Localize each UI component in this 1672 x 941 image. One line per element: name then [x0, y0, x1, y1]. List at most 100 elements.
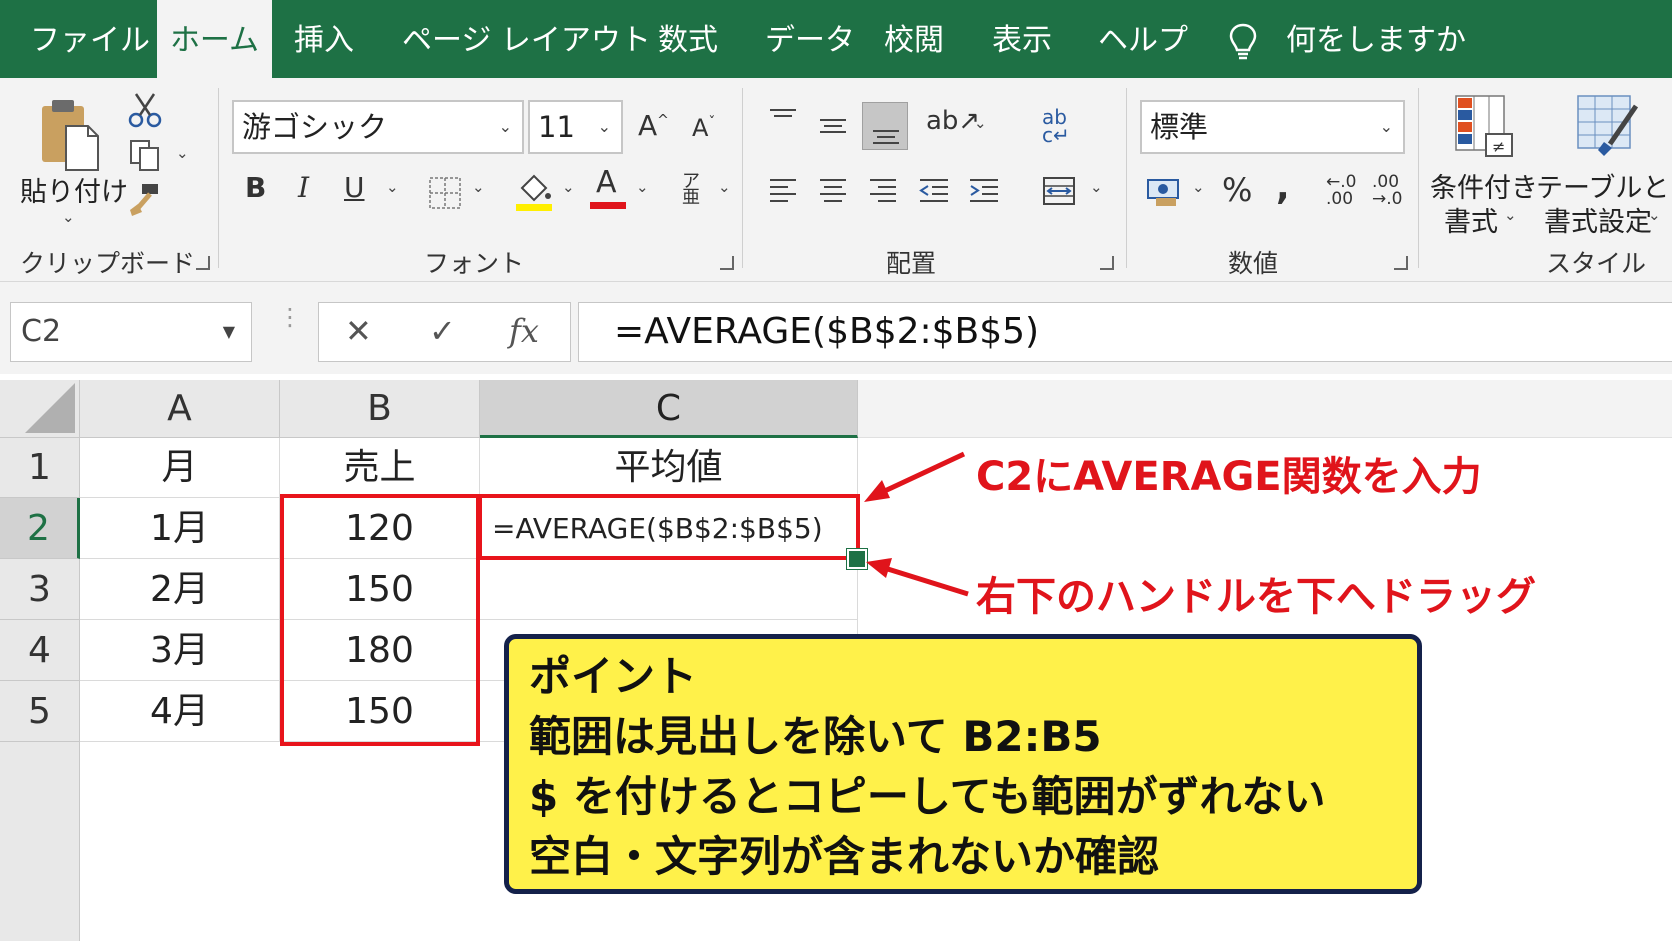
phonetic-icon[interactable]: ア亜 — [682, 173, 700, 207]
merge-dropdown-icon[interactable]: ⌄ — [1090, 178, 1103, 196]
ribbon-separator — [742, 88, 743, 268]
font-color-icon[interactable]: A — [596, 168, 617, 198]
column-header-b[interactable]: B — [280, 380, 480, 438]
tell-me-search[interactable]: 何をしますか — [1286, 0, 1466, 78]
cell-b1[interactable]: 売上 — [280, 438, 480, 498]
chevron-down-icon: ▼ — [222, 322, 235, 341]
align-center-icon[interactable] — [818, 176, 848, 206]
table-dropdown-icon[interactable]: ⌄ — [1648, 206, 1661, 224]
wrap-text-icon[interactable]: ab c↵ — [1042, 107, 1070, 145]
tab-page-layout[interactable]: ページ レイアウト — [402, 0, 651, 78]
orientation-dropdown-icon[interactable]: ⌄ — [974, 114, 987, 132]
increase-decimal-icon[interactable]: ←.0.00 — [1326, 174, 1356, 208]
note-line-check: 空白・文字列が含まれないか確認 — [529, 832, 1160, 881]
underline-dropdown-icon[interactable]: ⌄ — [386, 178, 399, 196]
name-box[interactable]: C2 ▼ — [10, 302, 252, 362]
font-color-swatch — [590, 202, 626, 209]
number-format-combo[interactable]: 標準 ⌄ — [1140, 100, 1405, 154]
borders-icon[interactable] — [428, 176, 462, 210]
row-header-1[interactable]: 1 — [0, 438, 80, 498]
alignment-launcher-icon[interactable] — [1100, 256, 1114, 270]
underline-icon[interactable]: U — [344, 174, 365, 202]
formula-bar-grip-icon[interactable]: ⋮ — [278, 305, 302, 329]
align-top-icon[interactable] — [768, 104, 798, 134]
cell-c3[interactable] — [480, 559, 858, 620]
number-launcher-icon[interactable] — [1394, 256, 1408, 270]
font-name-value: 游ゴシック — [242, 110, 388, 144]
format-as-table-icon[interactable] — [1574, 92, 1642, 160]
copy-icon[interactable] — [128, 138, 162, 172]
cell-a4[interactable]: 3月 — [80, 620, 280, 681]
paste-label[interactable]: 貼り付け — [20, 170, 128, 209]
increase-font-icon[interactable]: A^ — [638, 112, 669, 140]
conditional-formatting-icon[interactable]: ≠ — [1452, 92, 1516, 160]
row-header-2[interactable]: 2 — [0, 498, 80, 559]
chevron-down-icon: ⌄ — [597, 117, 611, 136]
currency-dropdown-icon[interactable]: ⌄ — [1192, 178, 1205, 196]
insert-function-icon[interactable]: fx — [509, 315, 539, 347]
paste-icon[interactable] — [38, 96, 102, 172]
column-header-empty — [858, 380, 1672, 438]
bold-icon[interactable]: B — [245, 174, 266, 202]
tab-review[interactable]: 校閲 — [884, 0, 944, 78]
fill-color-dropdown-icon[interactable]: ⌄ — [562, 178, 575, 196]
format-as-table-label-2[interactable]: 書式設定 — [1544, 200, 1652, 239]
cut-icon[interactable] — [128, 92, 162, 128]
font-launcher-icon[interactable] — [720, 256, 734, 270]
tab-insert[interactable]: 挿入 — [294, 0, 354, 78]
font-size-combo[interactable]: 11 ⌄ — [528, 100, 623, 154]
tab-formulas[interactable]: 数式 — [658, 0, 718, 78]
cell-a1[interactable]: 月 — [80, 438, 280, 498]
column-header-c[interactable]: C — [480, 380, 858, 438]
row-header-5[interactable]: 5 — [0, 681, 80, 742]
borders-dropdown-icon[interactable]: ⌄ — [472, 178, 485, 196]
number-format-value: 標準 — [1150, 110, 1209, 144]
merge-center-icon[interactable] — [1042, 176, 1076, 206]
tab-home[interactable]: ホーム — [157, 0, 272, 78]
font-name-combo[interactable]: 游ゴシック ⌄ — [232, 100, 524, 154]
align-middle-icon[interactable] — [818, 112, 848, 142]
tab-data[interactable]: データ — [765, 0, 855, 78]
tab-view[interactable]: 表示 — [992, 0, 1052, 78]
decrease-font-icon[interactable]: Aˇ — [692, 116, 715, 140]
chevron-down-icon: ⌄ — [1379, 117, 1393, 136]
comma-style-icon[interactable]: , — [1276, 170, 1290, 206]
decrease-decimal-icon[interactable]: .00 →.0 — [1372, 174, 1402, 208]
column-header-a[interactable]: A — [80, 380, 280, 438]
paste-dropdown-icon[interactable]: ⌄ — [62, 208, 75, 226]
conditional-format-label-2[interactable]: 書式 — [1444, 200, 1498, 239]
select-all-corner[interactable] — [0, 380, 80, 438]
format-painter-icon[interactable] — [128, 182, 162, 216]
italic-icon[interactable]: I — [298, 174, 309, 202]
enter-check-icon[interactable]: ✓ — [429, 315, 456, 347]
tab-help[interactable]: ヘルプ — [1098, 0, 1188, 78]
row-header-3[interactable]: 3 — [0, 559, 80, 620]
increase-indent-icon[interactable] — [968, 176, 1000, 206]
lightbulb-icon[interactable] — [1228, 22, 1258, 62]
tab-file[interactable]: ファイル — [30, 0, 150, 78]
row-header-4[interactable]: 4 — [0, 620, 80, 681]
clipboard-launcher-icon[interactable] — [196, 256, 210, 270]
cell-a5[interactable]: 4月 — [80, 681, 280, 742]
percent-icon[interactable]: % — [1222, 174, 1252, 206]
font-size-value: 11 — [538, 110, 575, 144]
font-color-dropdown-icon[interactable]: ⌄ — [636, 178, 649, 196]
copy-dropdown-icon[interactable]: ⌄ — [176, 144, 189, 162]
cell-c1[interactable]: 平均値 — [480, 438, 858, 498]
cell-a2[interactable]: 1月 — [80, 498, 280, 559]
cancel-icon[interactable]: ✕ — [345, 315, 372, 347]
orientation-icon[interactable]: ab↗ — [926, 108, 980, 134]
align-left-icon[interactable] — [768, 176, 798, 206]
formula-controls: ✕ ✓ fx — [318, 302, 571, 362]
align-right-icon[interactable] — [868, 176, 898, 206]
styles-group-label: スタイル — [1546, 249, 1647, 278]
cell-a3[interactable]: 2月 — [80, 559, 280, 620]
conditional-dropdown-icon[interactable]: ⌄ — [1504, 206, 1517, 224]
fill-color-icon[interactable] — [514, 170, 554, 212]
formula-input[interactable]: =AVERAGE($B$2:$B$5) — [578, 302, 1672, 362]
range-highlight-b2-b5 — [280, 494, 480, 746]
currency-format-icon[interactable] — [1146, 176, 1182, 208]
phonetic-dropdown-icon[interactable]: ⌄ — [718, 178, 731, 196]
align-bottom-button[interactable] — [862, 102, 908, 150]
decrease-indent-icon[interactable] — [918, 176, 950, 206]
